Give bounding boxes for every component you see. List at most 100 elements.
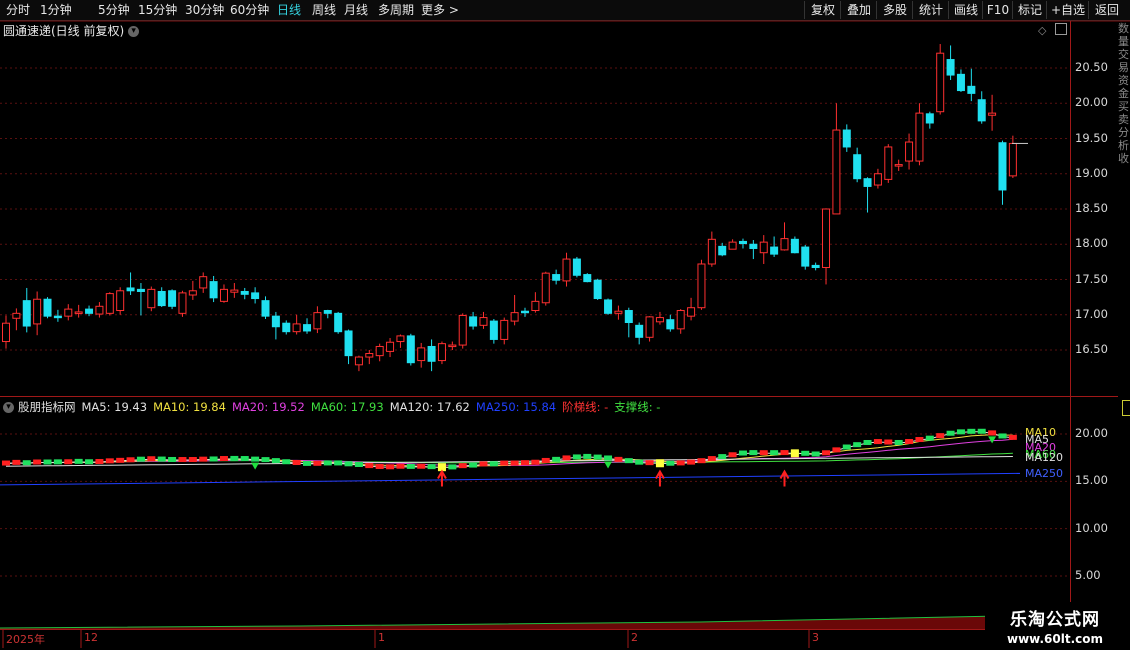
ladder-block [905, 438, 914, 444]
candle-body [386, 341, 395, 352]
ladder-block [178, 457, 187, 463]
candle-body [105, 293, 114, 314]
side-panel-strip[interactable]: 数量交易资金买卖分析收 [1118, 22, 1130, 402]
date-axis-label: 2 [631, 631, 638, 644]
ladder-block [967, 428, 976, 434]
ladder-block [271, 458, 280, 464]
window-toggle-icon[interactable] [1055, 23, 1067, 35]
ladder-block [946, 430, 955, 436]
candle-body [479, 317, 488, 326]
ladder-block [469, 462, 478, 468]
indicator-tick-label: 5.00 [1075, 568, 1101, 582]
candle-body [230, 289, 239, 293]
candle-body [2, 322, 10, 343]
date-axis-label: 2025年 [6, 633, 45, 646]
candle-body [323, 310, 332, 314]
side-tab[interactable] [1122, 400, 1130, 416]
ladder-block [822, 450, 831, 456]
ladder-block [406, 463, 415, 469]
candle-body [406, 335, 415, 364]
diamond-icon[interactable]: ◇ [1038, 24, 1046, 37]
candle-body [469, 316, 478, 327]
ladder-block [43, 459, 52, 465]
candle-body [718, 245, 727, 256]
candle-body [842, 129, 851, 148]
date-axis-label: 12 [84, 631, 98, 644]
ladder-block [386, 464, 395, 470]
candle-body [365, 353, 374, 358]
watermark-title: 乐淘公式网 [1010, 610, 1100, 630]
candle-body [936, 52, 945, 113]
candle-body [946, 59, 955, 76]
candle-body [33, 298, 42, 325]
ladder-block [303, 460, 312, 466]
indicator-tick-label: 10.00 [1075, 520, 1108, 535]
ladder-block [396, 463, 405, 469]
ladder-block [884, 439, 893, 445]
indicator-value: 支撑线: - [614, 400, 661, 414]
price-tick-label: 20.50 [1075, 60, 1108, 74]
ladder-block [365, 463, 374, 469]
candle-body [728, 241, 737, 250]
indicator-tick-label: 20.00 [1075, 426, 1108, 440]
candle-body [85, 308, 94, 314]
ladder-block [199, 456, 208, 462]
ladder-block [12, 459, 21, 465]
ladder-block [780, 450, 789, 456]
ladder-block [977, 428, 986, 434]
indicator-name: 股朋指标网 [18, 400, 76, 414]
ladder-block [541, 457, 550, 463]
candle-body [292, 323, 301, 333]
candle-body [458, 314, 467, 346]
ladder-block [53, 459, 62, 465]
chevron-down-icon[interactable]: ▾ [3, 402, 14, 413]
candle-body [157, 290, 166, 307]
ladder-block [583, 453, 592, 459]
buy-arrow-icon [655, 469, 665, 487]
candle-body [95, 305, 104, 315]
candle-body [988, 112, 997, 116]
ladder-block [894, 439, 903, 445]
indicator-tick-label: 15.00 [1075, 473, 1108, 488]
ladder-block [552, 456, 561, 462]
candlestick-series [2, 44, 1028, 372]
candle-body [956, 73, 965, 92]
candle-body [832, 129, 841, 215]
ladder-block [282, 459, 291, 465]
ladder-block [126, 457, 135, 463]
price-tick-label: 17.50 [1075, 271, 1108, 286]
candle-body [344, 330, 353, 357]
candle-body [448, 344, 457, 348]
candle-body [303, 324, 312, 332]
ladder-block [593, 454, 602, 460]
ladder-block [313, 460, 322, 466]
kline-chart[interactable] [0, 0, 1130, 650]
ladder-block [863, 439, 872, 445]
ladder-block [759, 450, 768, 456]
candle-body [655, 317, 664, 323]
signal-square [655, 459, 664, 468]
candle-body [168, 290, 177, 307]
candle-body [822, 208, 831, 269]
buy-arrow-icon [437, 469, 447, 487]
chevron-down-icon[interactable]: ▾ [128, 26, 140, 37]
indicator-title-bar: ▾ 股朋指标网 MA5: 19.43 MA10: 19.84 MA20: 19.52 MA… [3, 399, 672, 415]
candle-body [531, 300, 540, 312]
ladder-block [64, 459, 73, 465]
candle-body [873, 173, 882, 186]
candle-body [334, 312, 343, 333]
candle-body [614, 310, 623, 314]
candle-body [147, 288, 156, 309]
candle-body [126, 287, 135, 292]
candle-body [770, 246, 779, 255]
candle-body [240, 290, 249, 295]
candle-body [687, 307, 696, 317]
indicator-value: MA60: 17.93 [310, 400, 384, 414]
volume-strip [0, 613, 1071, 629]
ladder-block [873, 439, 882, 445]
candle-body [894, 164, 903, 167]
indicator-value: 阶梯线: - [562, 400, 609, 414]
candle-body [251, 292, 260, 300]
candle-body [282, 322, 291, 333]
ladder-block [510, 460, 519, 466]
